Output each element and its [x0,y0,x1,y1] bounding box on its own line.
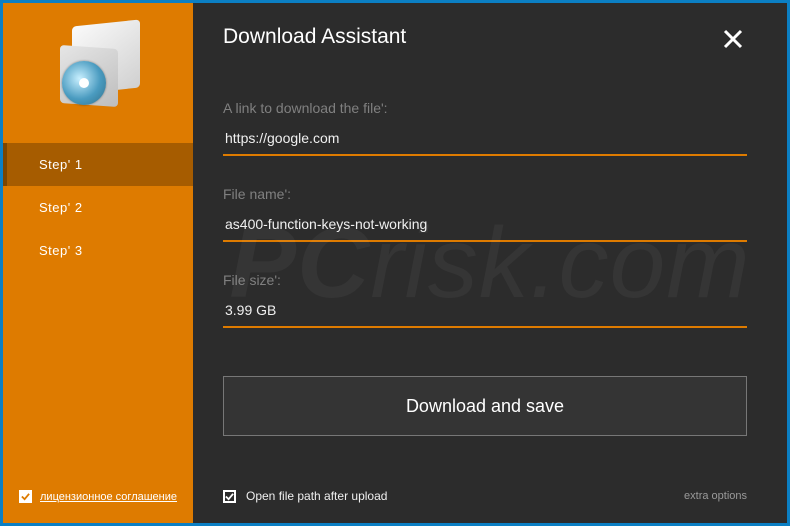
filename-input[interactable] [223,216,747,242]
download-button-label: Download and save [406,396,564,417]
filename-label: File name': [223,186,747,202]
filesize-input[interactable] [223,302,747,328]
steps-nav: Step' 1 Step' 2 Step' 3 [3,143,193,272]
check-icon [225,492,234,501]
close-button[interactable] [719,25,747,58]
step-label: Step' 3 [39,243,83,258]
close-icon [721,27,745,51]
sidebar-step-3[interactable]: Step' 3 [3,229,193,272]
page-title: Download Assistant [223,25,406,49]
open-path-checkbox[interactable] [223,490,236,503]
step-label: Step' 2 [39,200,83,215]
field-file-name: File name': [223,186,747,242]
check-icon [21,492,30,501]
license-link[interactable]: лицензионное соглашение [40,491,177,503]
license-checkbox[interactable] [19,490,32,503]
link-input[interactable] [223,130,747,156]
filesize-label: File size': [223,272,747,288]
open-path-label: Open file path after upload [246,489,387,503]
link-label: A link to download the file': [223,100,747,116]
watermark: PCrisk.com [193,3,787,523]
download-save-button[interactable]: Download and save [223,376,747,436]
installer-icon [52,17,144,109]
main-footer: Open file path after upload extra option… [223,489,747,503]
window-body: Step' 1 Step' 2 Step' 3 лицензионное сог… [3,3,787,523]
sidebar-footer: лицензионное соглашение [19,490,177,503]
field-download-link: A link to download the file': [223,100,747,156]
main-panel: PCrisk.com Download Assistant A link to … [193,3,787,523]
sidebar-step-2[interactable]: Step' 2 [3,186,193,229]
sidebar: Step' 1 Step' 2 Step' 3 лицензионное сог… [3,3,193,523]
footer-left: Open file path after upload [223,489,387,503]
extra-options-link[interactable]: extra options [684,490,747,502]
title-row: Download Assistant [223,25,747,58]
step-label: Step' 1 [39,157,83,172]
download-assistant-window: Step' 1 Step' 2 Step' 3 лицензионное сог… [0,0,790,526]
sidebar-step-1[interactable]: Step' 1 [3,143,193,186]
installer-icon-wrap [3,17,193,109]
field-file-size: File size': [223,272,747,328]
